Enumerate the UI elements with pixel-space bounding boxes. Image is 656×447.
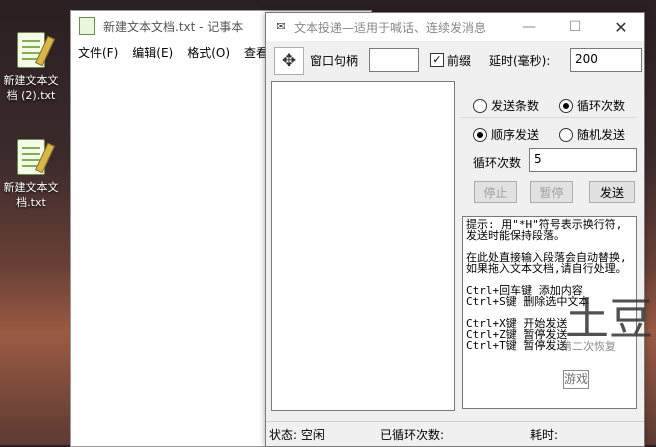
radio-dot bbox=[559, 127, 573, 142]
desktop-icon-txt[interactable]: 新建文本文档.txt bbox=[0, 137, 62, 210]
handle-label: 窗口句柄 bbox=[310, 54, 359, 68]
radio-random[interactable]: 随机发送 bbox=[559, 126, 625, 143]
menu-edit[interactable]: 编辑(E) bbox=[125, 44, 180, 61]
watermark-sub-text: 第二次恢复 bbox=[561, 340, 616, 353]
app-icon: ✉ bbox=[276, 20, 286, 33]
tool-titlebar: ✉ 文本投递—适用于喊话、连续发消息 — ☐ ✕ bbox=[266, 13, 644, 41]
delay-input[interactable]: 200 bbox=[570, 48, 642, 72]
stop-button[interactable]: 停止 bbox=[474, 181, 517, 203]
radio-send-count-label: 发送条数 bbox=[491, 99, 540, 113]
prefix-checkbox[interactable]: ✓ bbox=[430, 53, 444, 67]
watermark-big-text: 土豆 bbox=[565, 294, 653, 345]
radio-random-label: 随机发送 bbox=[577, 128, 626, 142]
divider bbox=[461, 117, 637, 118]
desktop-icon-label: 新建文本文档.txt bbox=[3, 181, 59, 209]
radio-dot-selected bbox=[473, 127, 487, 142]
desktop-icon-txt-2[interactable]: 新建文本文档 (2).txt bbox=[0, 30, 62, 103]
notepad-file-icon bbox=[13, 137, 55, 177]
watermark-stamp: 游戏 bbox=[563, 370, 589, 389]
status-state: 状态: 空闲 bbox=[269, 427, 325, 442]
crosshair-picker-icon[interactable]: ✥ bbox=[274, 47, 304, 75]
hint-line: 发送时能保持段落。 bbox=[466, 229, 565, 242]
maximize-button[interactable]: ☐ bbox=[552, 13, 598, 41]
send-button[interactable]: 发送 bbox=[589, 181, 635, 203]
watermark-logo: 土豆 第二次恢复 游戏 bbox=[555, 298, 655, 438]
radio-loop-count[interactable]: 循环次数 bbox=[559, 97, 625, 114]
status-elapsed: 耗时: bbox=[530, 427, 559, 442]
handle-row: ✥ 窗口句柄 ✓ 前缀 延时(毫秒): 200 bbox=[272, 47, 642, 75]
notepad-title: 新建文本文档.txt - 记事本 bbox=[103, 19, 244, 34]
radio-sequential-label: 顺序发送 bbox=[491, 128, 540, 142]
handle-input[interactable] bbox=[369, 48, 419, 72]
content-list[interactable] bbox=[271, 81, 455, 411]
loop-count-label: 循环次数 bbox=[473, 156, 522, 170]
pause-button[interactable]: 暂停 bbox=[530, 181, 573, 203]
loop-count-input[interactable]: 5 bbox=[529, 148, 637, 172]
menu-file[interactable]: 文件(F) bbox=[71, 44, 125, 61]
hint-line: 如果拖入文本文档,请自行处理。 bbox=[466, 262, 627, 275]
radio-loop-count-label: 循环次数 bbox=[577, 99, 626, 113]
minimize-button[interactable]: — bbox=[506, 13, 552, 41]
status-loop-count: 已循环次数: bbox=[380, 427, 445, 442]
desktop-icon-label: 新建文本文档 (2).txt bbox=[3, 74, 59, 102]
tool-title: 文本投递—适用于喊话、连续发消息 bbox=[294, 20, 487, 35]
prefix-label: 前缀 bbox=[447, 54, 472, 68]
radio-dot-selected bbox=[559, 98, 573, 113]
radio-send-count[interactable]: 发送条数 bbox=[473, 97, 539, 114]
close-button[interactable]: ✕ bbox=[598, 13, 644, 41]
radio-sequential[interactable]: 顺序发送 bbox=[473, 126, 539, 143]
menu-format[interactable]: 格式(O) bbox=[180, 44, 237, 61]
notepad-file-icon bbox=[13, 30, 55, 70]
radio-dot bbox=[473, 98, 487, 113]
notepad-icon bbox=[79, 17, 95, 35]
delay-label: 延时(毫秒): bbox=[489, 54, 551, 68]
